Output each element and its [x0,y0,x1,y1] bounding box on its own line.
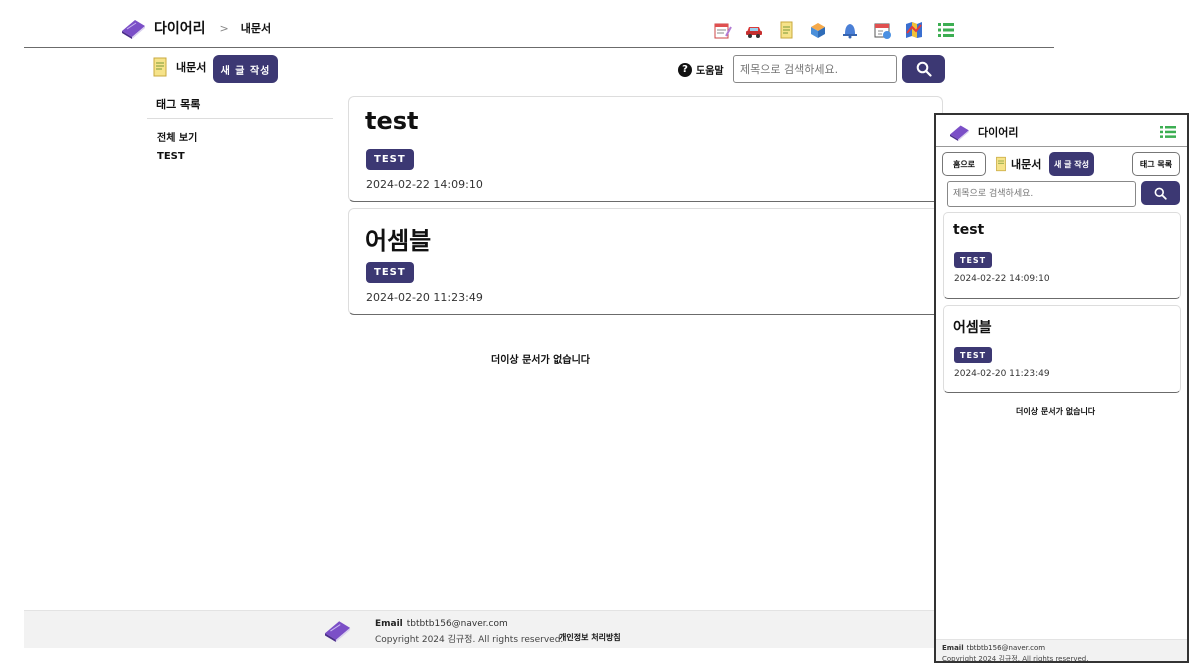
calendar-icon[interactable] [872,21,892,39]
mobile-footer: Email tbtbtb156@naver.com Copyright 2024 … [936,639,1187,663]
home-button[interactable]: 홈으로 [942,152,986,176]
mobile-post-card[interactable]: 어셈블 TEST 2024-02-20 11:23:49 [943,305,1181,393]
footer: Email tbtbtb156@naver.com Copyright 2024 … [24,610,936,648]
mobile-preview: 다이어리 홈으로 내문서 새 글 작성 태그 목록 test TEST 2024… [934,113,1189,663]
footer-email-address[interactable]: tbtbtb156@naver.com [407,619,508,629]
tag-item-all[interactable]: 전체 보기 [157,129,197,144]
book-logo-icon [122,20,145,39]
mobile-my-documents-label: 내문서 [995,156,1041,172]
top-navbar: 다이어리 > 내문서 [24,0,1054,48]
mobile-my-documents-title: 내문서 [1011,158,1042,171]
menu-list-icon[interactable] [1160,126,1176,138]
brand[interactable]: 다이어리 > 내문서 [120,17,271,39]
map-icon[interactable] [904,21,924,39]
post-title[interactable]: test [953,222,984,238]
book-logo-icon [325,621,351,642]
tag-list-button[interactable]: 태그 목록 [1132,152,1180,176]
footer-email: Email tbtbtb156@naver.com [375,619,508,629]
mobile-brand[interactable]: 다이어리 [948,123,1018,141]
nav-icon-bar [712,21,956,39]
post-card[interactable]: 어셈블 TEST 2024-02-20 11:23:49 [348,208,943,315]
footer-copyright: Copyright 2024 김규정. All rights reserved. [375,635,564,645]
document-icon[interactable] [776,21,796,39]
document-icon [153,57,167,77]
new-post-button[interactable]: 새 글 작성 [213,55,278,83]
post-title[interactable]: 어셈블 [953,317,992,337]
footer-email-label: Email [942,644,964,652]
privacy-policy-link[interactable]: 개인정보 처리방침 [559,632,621,643]
footer-email-label: Email [375,619,403,629]
post-title[interactable]: 어셈블 [365,221,431,256]
search-icon [916,61,932,77]
mobile-new-post-button[interactable]: 새 글 작성 [1049,152,1094,176]
mobile-post-card[interactable]: test TEST 2024-02-22 14:09:10 [943,212,1181,299]
post-date: 2024-02-22 14:09:10 [954,274,1050,284]
book-logo-icon [950,125,969,141]
mobile-footer-email: Email tbtbtb156@naver.com [942,644,1045,652]
package-icon[interactable] [808,21,828,39]
footer-email-address[interactable]: tbtbtb156@naver.com [967,644,1046,652]
help-icon: ? [678,62,692,77]
breadcrumb-current[interactable]: 내문서 [241,20,271,36]
mobile-search-input[interactable] [947,181,1136,207]
post-date: 2024-02-20 11:23:49 [366,291,483,304]
post-tag[interactable]: TEST [366,262,414,283]
car-icon[interactable] [744,21,764,39]
post-date: 2024-02-20 11:23:49 [954,369,1050,379]
my-documents-label: 내문서 [152,57,206,77]
post-tag[interactable]: TEST [366,149,414,170]
mobile-footer-copyright: Copyright 2024 김규정. All rights reserved. [942,655,1089,663]
post-tag[interactable]: TEST [954,347,993,363]
help-label: 도움말 [696,66,724,77]
tag-list-title: 태그 목록 [147,96,333,119]
help-link[interactable]: ? 도움말 [678,62,724,77]
post-date: 2024-02-22 14:09:10 [366,178,483,191]
no-more-documents: 더이상 문서가 없습니다 [491,355,590,366]
list-icon[interactable] [936,21,956,39]
breadcrumb-separator: > [219,21,229,35]
post-title[interactable]: test [365,107,419,135]
bell-icon[interactable] [840,21,860,39]
mobile-app-title: 다이어리 [978,126,1019,139]
document-icon [996,156,1006,172]
search-button[interactable] [902,55,945,83]
mobile-no-more-documents: 더이상 문서가 없습니다 [1016,407,1096,416]
mobile-search-button[interactable] [1141,181,1180,205]
search-icon [1154,187,1167,200]
my-documents-title: 내문서 [176,61,207,74]
post-card[interactable]: test TEST 2024-02-22 14:09:10 [348,96,943,202]
search-input[interactable] [733,55,897,83]
mobile-navbar: 다이어리 [936,115,1187,147]
app-title: 다이어리 [154,21,206,37]
diary-icon[interactable] [712,21,732,39]
post-tag[interactable]: TEST [954,252,993,268]
tag-item-test[interactable]: TEST [157,151,185,162]
